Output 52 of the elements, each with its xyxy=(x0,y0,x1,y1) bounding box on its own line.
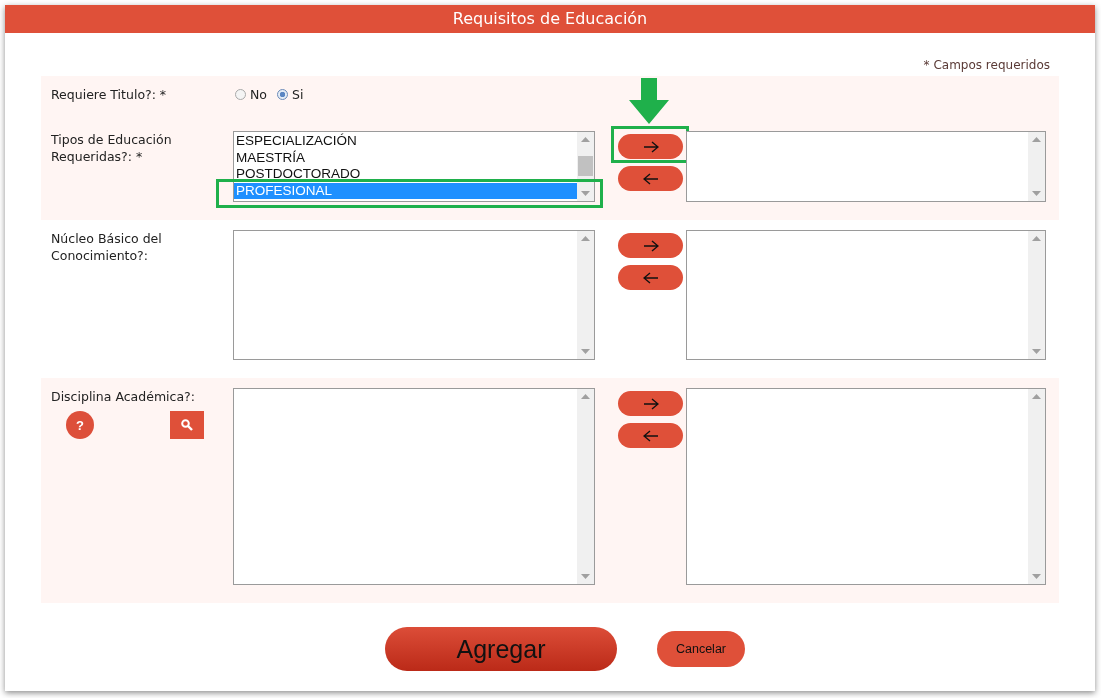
window-title: Requisitos de Educación xyxy=(5,5,1095,33)
pointer-arrow-icon xyxy=(629,78,669,124)
scroll-up-icon xyxy=(581,236,590,241)
scrollbar[interactable] xyxy=(1028,231,1045,359)
scrollbar[interactable] xyxy=(577,231,594,359)
move-right-button[interactable] xyxy=(618,233,683,258)
cancel-button[interactable]: Cancelar xyxy=(657,631,745,667)
required-note: * Campos requeridos xyxy=(923,58,1050,72)
move-left-button[interactable] xyxy=(618,166,683,191)
scrollbar[interactable] xyxy=(577,389,594,584)
scroll-thumb[interactable] xyxy=(578,156,593,176)
move-right-button[interactable] xyxy=(618,391,683,416)
radio-label[interactable]: No xyxy=(250,86,267,102)
list-box[interactable]: ESPECIALIZACIÓN MAESTRÍA POSTDOCTORADO PROFESIONAL xyxy=(233,131,595,202)
radio-button[interactable] xyxy=(235,88,246,100)
add-button[interactable]: Agregar xyxy=(385,627,617,671)
right-arrow-icon xyxy=(642,140,659,153)
left-arrow-icon xyxy=(642,429,659,442)
list-box[interactable] xyxy=(233,230,595,360)
scrollbar[interactable] xyxy=(577,132,594,201)
scrollbar[interactable] xyxy=(1028,132,1045,201)
move-left-button[interactable] xyxy=(618,265,683,290)
field-label: Disciplina Académica?: xyxy=(51,388,196,405)
scroll-down-icon xyxy=(1032,191,1041,196)
left-arrow-icon xyxy=(642,172,659,185)
scroll-down-icon xyxy=(581,349,590,354)
list-option[interactable]: ESPECIALIZACIÓN xyxy=(234,133,577,150)
radio-button[interactable] xyxy=(277,88,288,100)
move-left-button[interactable] xyxy=(618,423,683,448)
scrollbar[interactable] xyxy=(1028,389,1045,584)
scroll-up-icon xyxy=(1032,394,1041,399)
scroll-up-icon xyxy=(581,137,590,142)
scroll-up-icon xyxy=(1032,137,1041,142)
list-option[interactable]: POSTDOCTORADO xyxy=(234,166,577,183)
field-label: Requiere Titulo?: * xyxy=(51,86,168,103)
list-option[interactable]: MAESTRÍA xyxy=(234,149,577,166)
field-label: Tipos de Educación Requeridas?: * xyxy=(51,131,173,165)
help-button[interactable]: ? xyxy=(66,411,94,439)
left-arrow-icon xyxy=(642,271,659,284)
scroll-down-icon xyxy=(581,574,590,579)
search-icon xyxy=(181,419,193,431)
scroll-down-icon xyxy=(1032,574,1041,579)
radio-label[interactable]: Si xyxy=(292,86,304,102)
field-label: Núcleo Básico del Conocimiento?: xyxy=(51,230,163,264)
search-button[interactable] xyxy=(170,411,204,439)
scroll-down-icon xyxy=(1032,349,1041,354)
move-right-button[interactable] xyxy=(618,134,683,159)
right-arrow-icon xyxy=(642,239,659,252)
scroll-up-icon xyxy=(1032,236,1041,241)
right-arrow-icon xyxy=(642,397,659,410)
scroll-up-icon xyxy=(581,394,590,399)
scroll-down-icon xyxy=(581,191,590,196)
